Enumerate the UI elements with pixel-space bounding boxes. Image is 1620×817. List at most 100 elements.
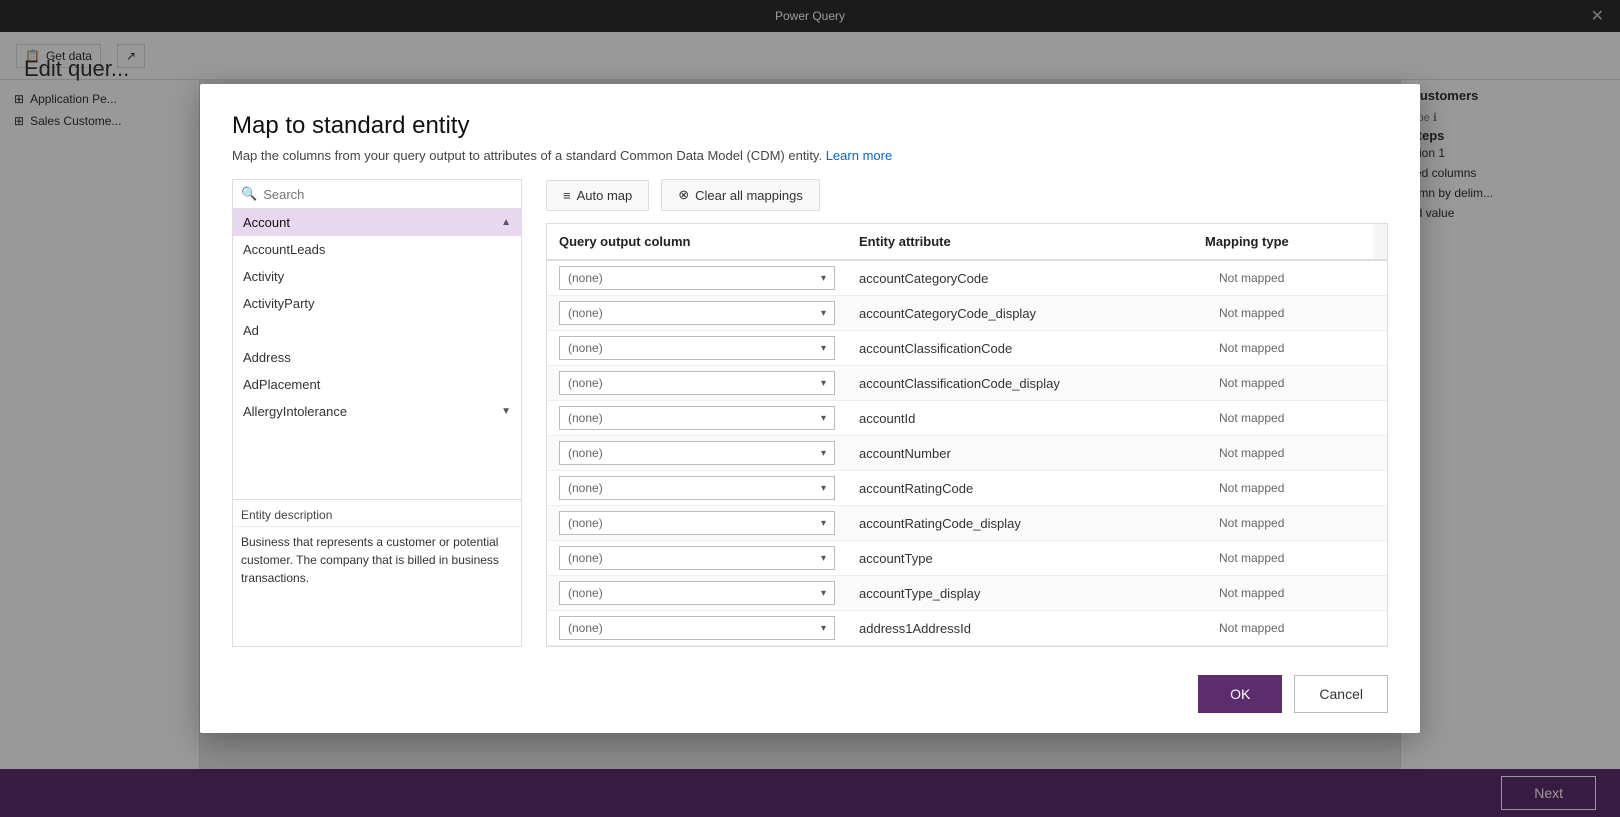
row-10-select-value: (none) [568,621,813,635]
row-6-dropdown-arrow: ▾ [821,483,826,494]
entity-scrollbar-arrow: ▲ [501,217,511,228]
row-3-attribute: accountClassificationCode_display [847,371,1207,396]
table-row: (none) ▾ address1AddressId Not mapped [547,611,1387,646]
row-6-select-cell[interactable]: (none) ▾ [547,471,847,505]
row-0-select-cell[interactable]: (none) ▾ [547,261,847,295]
clear-icon: ⊗ [678,187,689,203]
row-4-select-cell[interactable]: (none) ▾ [547,401,847,435]
auto-map-button[interactable]: ≡ Auto map [546,180,649,211]
row-1-attribute: accountCategoryCode_display [847,301,1207,326]
row-7-dropdown-arrow: ▾ [821,518,826,529]
row-2-dropdown-arrow: ▾ [821,343,826,354]
entity-label-accountleads: AccountLeads [243,242,325,257]
dialog-title: Map to standard entity [232,112,1388,140]
row-0-mapping: Not mapped [1207,266,1387,290]
row-2-select[interactable]: (none) ▾ [559,336,835,360]
entity-desc-box: Business that represents a customer or p… [233,526,521,646]
row-5-dropdown-arrow: ▾ [821,448,826,459]
row-7-mapping: Not mapped [1207,511,1387,535]
row-0-select[interactable]: (none) ▾ [559,266,835,290]
row-1-select[interactable]: (none) ▾ [559,301,835,325]
row-8-select-value: (none) [568,551,813,565]
row-4-mapping: Not mapped [1207,406,1387,430]
row-4-select[interactable]: (none) ▾ [559,406,835,430]
header-scrollbar-spacer [1373,224,1387,259]
row-9-mapping: Not mapped [1207,581,1387,605]
entity-desc-label: Entity description [233,499,521,526]
entity-label-address: Address [243,350,291,365]
col-header-query: Query output column [547,224,847,259]
table-row: (none) ▾ accountRatingCode_display Not m… [547,506,1387,541]
row-1-select-value: (none) [568,306,813,320]
row-3-mapping: Not mapped [1207,371,1387,395]
row-7-select-cell[interactable]: (none) ▾ [547,506,847,540]
row-6-mapping: Not mapped [1207,476,1387,500]
row-7-select[interactable]: (none) ▾ [559,511,835,535]
row-9-select-cell[interactable]: (none) ▾ [547,576,847,610]
row-1-select-cell[interactable]: (none) ▾ [547,296,847,330]
row-9-select[interactable]: (none) ▾ [559,581,835,605]
ok-button[interactable]: OK [1198,675,1282,713]
row-7-attribute: accountRatingCode_display [847,511,1207,536]
row-10-mapping: Not mapped [1207,616,1387,640]
clear-label: Clear all mappings [695,188,803,203]
row-10-attribute: address1AddressId [847,616,1207,641]
table-row: (none) ▾ accountType Not mapped [547,541,1387,576]
dialog-subtitle: Map the columns from your query output t… [232,148,1388,163]
table-row: (none) ▾ accountType_display Not mapped [547,576,1387,611]
row-8-mapping: Not mapped [1207,546,1387,570]
search-input[interactable] [263,187,513,202]
entity-item-account[interactable]: Account ▲ [233,209,521,236]
cancel-button[interactable]: Cancel [1294,675,1388,713]
entity-item-ad[interactable]: Ad [233,317,521,344]
entity-list: Account ▲ AccountLeads Activity Activity… [233,209,521,499]
row-8-select[interactable]: (none) ▾ [559,546,835,570]
dialog-body: 🔍 Account ▲ AccountLeads Activity [200,179,1420,663]
row-1-mapping: Not mapped [1207,301,1387,325]
row-2-select-cell[interactable]: (none) ▾ [547,331,847,365]
modal-overlay: Map to standard entity Map the columns f… [0,0,1620,817]
table-row: (none) ▾ accountCategoryCode_display Not… [547,296,1387,331]
row-10-select[interactable]: (none) ▾ [559,616,835,640]
row-5-attribute: accountNumber [847,441,1207,466]
row-10-dropdown-arrow: ▾ [821,623,826,634]
dialog-footer: OK Cancel [200,663,1420,733]
row-3-select[interactable]: (none) ▾ [559,371,835,395]
row-3-dropdown-arrow: ▾ [821,378,826,389]
entity-search-container: 🔍 [233,180,521,209]
row-2-select-value: (none) [568,341,813,355]
row-0-select-value: (none) [568,271,813,285]
row-10-select-cell[interactable]: (none) ▾ [547,611,847,645]
row-3-select-cell[interactable]: (none) ▾ [547,366,847,400]
row-9-dropdown-arrow: ▾ [821,588,826,599]
entity-list-scroll-down-arrow: ▼ [501,406,511,417]
learn-more-link[interactable]: Learn more [826,148,892,163]
mapping-toolbar: ≡ Auto map ⊗ Clear all mappings [546,179,1388,211]
row-8-dropdown-arrow: ▾ [821,553,826,564]
row-5-mapping: Not mapped [1207,441,1387,465]
row-5-select-value: (none) [568,446,813,460]
row-3-select-value: (none) [568,376,813,390]
entity-label-ad: Ad [243,323,259,338]
table-row: (none) ▾ accountCategoryCode Not mapped [547,261,1387,296]
row-6-select[interactable]: (none) ▾ [559,476,835,500]
row-6-attribute: accountRatingCode [847,476,1207,501]
entity-item-accountleads[interactable]: AccountLeads [233,236,521,263]
entity-item-adplacement[interactable]: AdPlacement [233,371,521,398]
table-row: (none) ▾ accountNumber Not mapped [547,436,1387,471]
entity-label-allergyintolerance: AllergyIntolerance [243,404,347,419]
search-icon: 🔍 [241,186,257,202]
mapping-table-header: Query output column Entity attribute Map… [547,224,1387,261]
entity-item-allergyintolerance[interactable]: AllergyIntolerance ▼ [233,398,521,425]
clear-mappings-button[interactable]: ⊗ Clear all mappings [661,179,820,211]
entity-item-address[interactable]: Address [233,344,521,371]
entity-item-activityparty[interactable]: ActivityParty [233,290,521,317]
entity-item-activity[interactable]: Activity [233,263,521,290]
row-9-select-value: (none) [568,586,813,600]
table-row: (none) ▾ accountClassificationCode_displ… [547,366,1387,401]
col-header-mapping: Mapping type [1193,224,1373,259]
row-8-select-cell[interactable]: (none) ▾ [547,541,847,575]
mapping-table-body[interactable]: (none) ▾ accountCategoryCode Not mapped [547,261,1387,646]
row-5-select-cell[interactable]: (none) ▾ [547,436,847,470]
row-5-select[interactable]: (none) ▾ [559,441,835,465]
